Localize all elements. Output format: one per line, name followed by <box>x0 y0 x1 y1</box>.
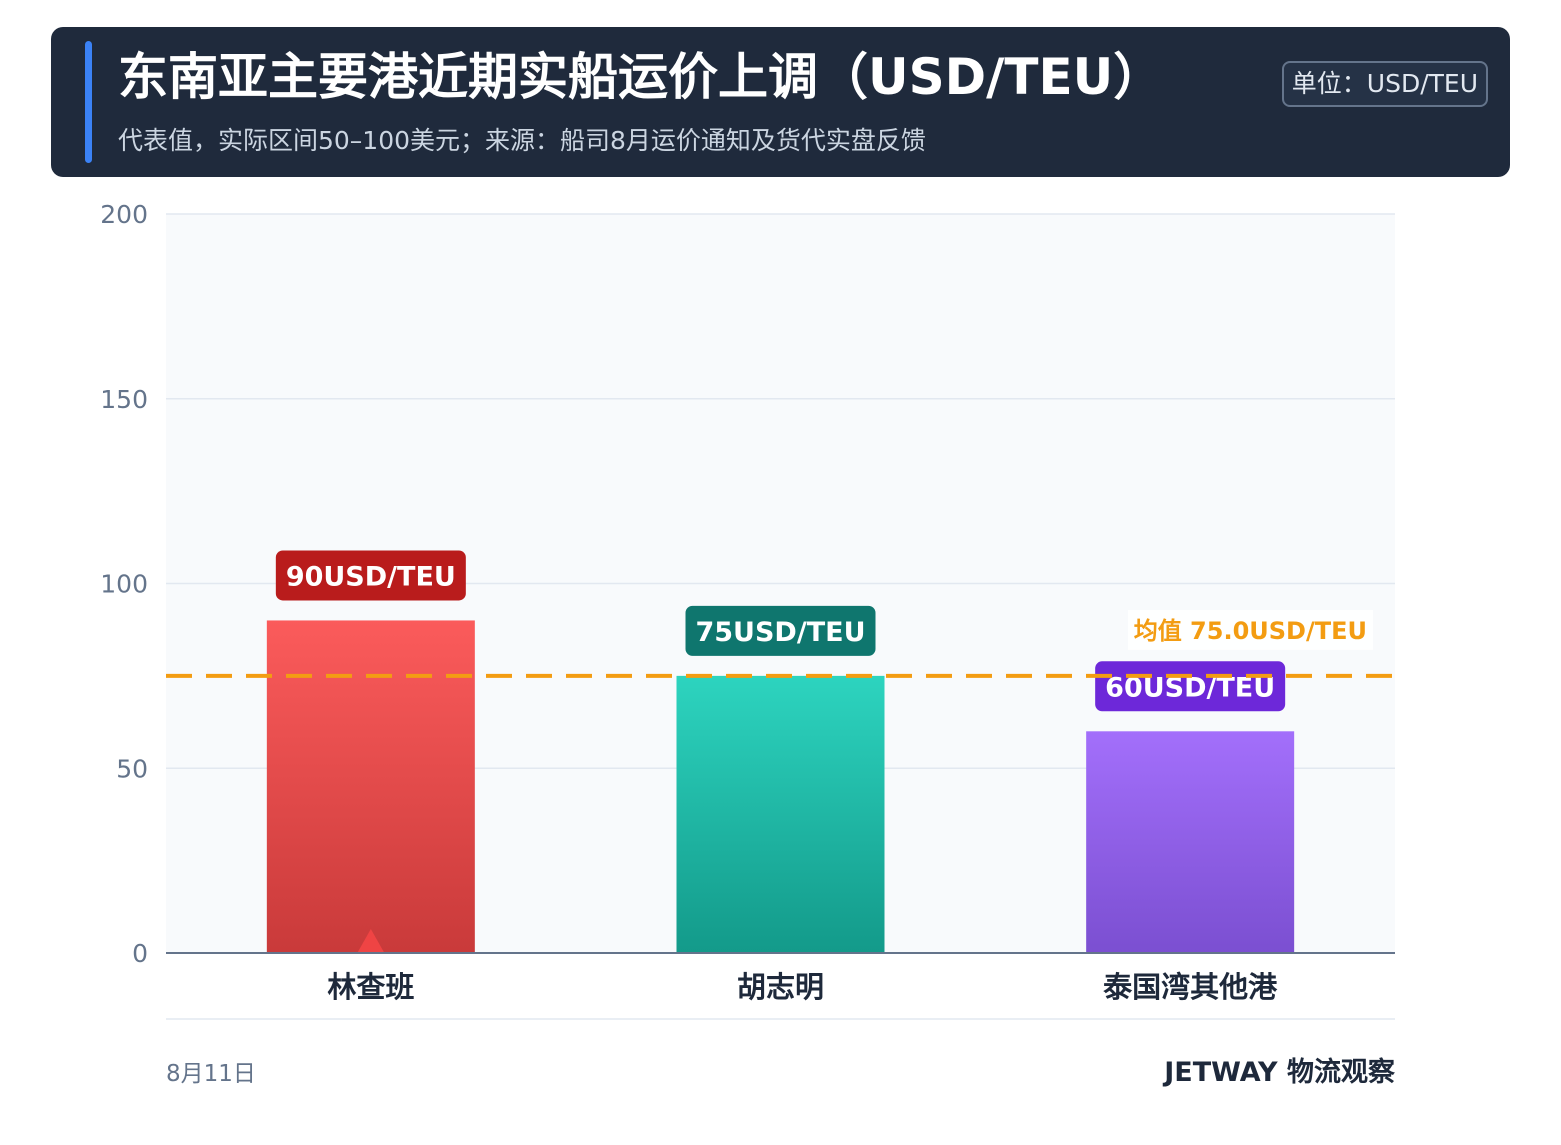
y-tick-label: 0 <box>132 939 148 968</box>
y-tick-label: 200 <box>100 200 148 229</box>
footer-date: 8月11日 <box>166 1061 256 1087</box>
data-label: 90USD/TEU <box>286 561 456 592</box>
average-label: 均值 75.0USD/TEU <box>1134 617 1367 645</box>
x-tick-label: 泰国湾其他港 <box>1103 970 1278 1004</box>
footer-brand: JETWAY 物流观察 <box>1164 1057 1395 1088</box>
bar <box>266 620 475 953</box>
data-label: 75USD/TEU <box>695 617 865 648</box>
y-tick-label: 50 <box>116 754 148 783</box>
bar <box>676 675 885 953</box>
y-tick-label: 150 <box>100 385 148 414</box>
y-tick-label: 100 <box>100 570 148 599</box>
bar-chart: 05010015020090USD/TEU林查班75USD/TEU胡志明60US… <box>100 200 1395 1020</box>
x-tick-label: 胡志明 <box>737 970 824 1004</box>
bar <box>1086 731 1295 953</box>
x-tick-label: 林查班 <box>327 970 414 1004</box>
